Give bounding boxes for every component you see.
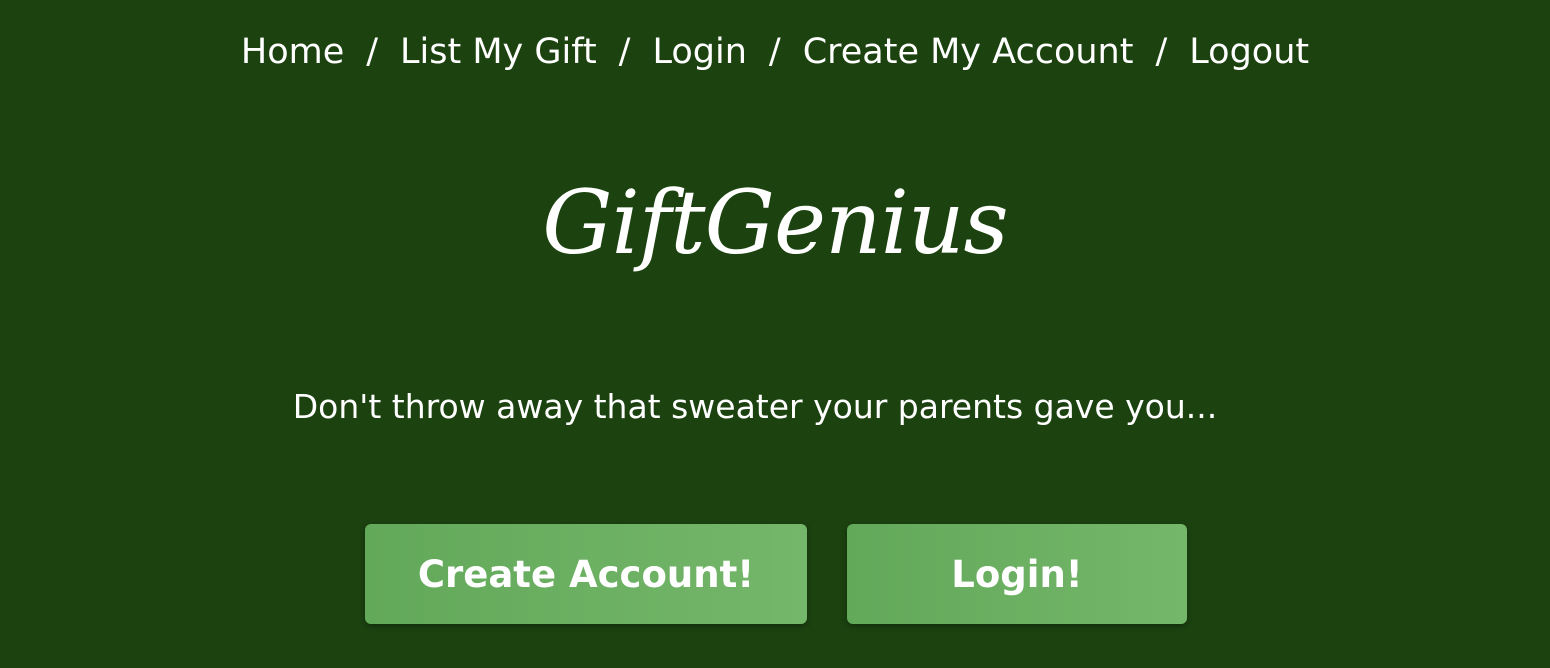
site-logo: GiftGenius: [542, 171, 1008, 274]
nav-home-link[interactable]: Home: [241, 32, 344, 72]
top-nav: Home / List My Gift / Login / Create My Accoun…: [0, 30, 1550, 74]
nav-login-link[interactable]: Login: [652, 32, 746, 72]
nav-separator: /: [768, 32, 781, 72]
nav-separator: /: [366, 32, 379, 72]
create-account-button[interactable]: Create Account!: [365, 524, 807, 624]
hero-tagline: Don't throw away that sweater your paren…: [292, 387, 1218, 426]
nav-separator: /: [1155, 32, 1168, 72]
nav-logout-link[interactable]: Logout: [1189, 32, 1309, 72]
login-button[interactable]: Login!: [847, 524, 1187, 624]
nav-separator: /: [618, 32, 631, 72]
nav-list-my-gift-link[interactable]: List My Gift: [400, 32, 597, 72]
nav-create-account-link[interactable]: Create My Account: [803, 32, 1134, 72]
